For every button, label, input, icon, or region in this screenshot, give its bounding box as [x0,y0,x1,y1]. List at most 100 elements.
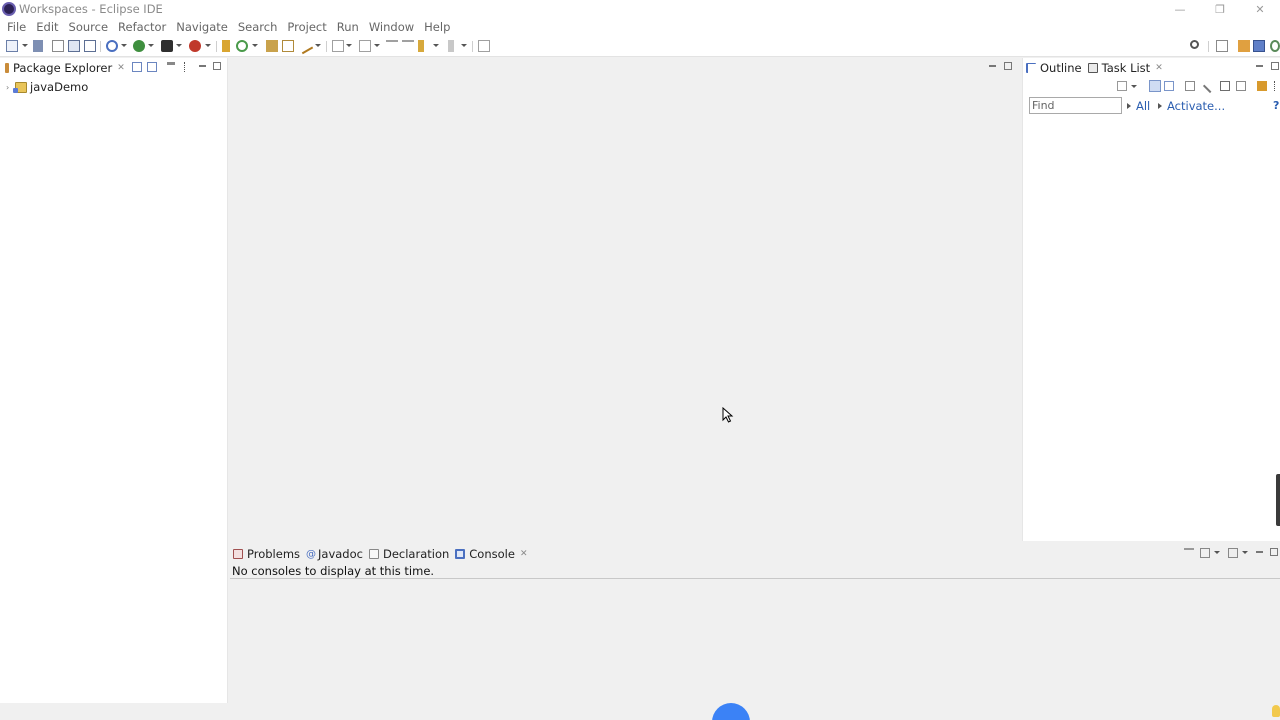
new-icon[interactable] [6,40,18,52]
minimize-icon[interactable] [989,65,996,67]
toggle-annotation-icon[interactable] [332,40,344,52]
external-dropdown-icon[interactable] [205,44,211,47]
java-perspective-icon[interactable] [1253,40,1265,52]
activate-link[interactable]: Activate... [1158,99,1225,113]
new-task-dropdown-icon[interactable] [1131,85,1137,88]
menu-edit[interactable]: Edit [31,18,63,37]
menu-project[interactable]: Project [282,18,331,37]
forward-dropdown-icon[interactable] [461,44,467,47]
display-console-icon[interactable] [1200,548,1210,558]
new-java-project-icon[interactable] [222,40,230,52]
run-dropdown-icon[interactable] [148,44,154,47]
save-all-icon[interactable] [52,40,64,52]
synchronize-icon[interactable] [1220,81,1230,91]
new-package-icon[interactable] [236,40,248,52]
menu-source[interactable]: Source [64,18,114,37]
view-menu-icon[interactable] [1274,81,1277,91]
filter-icon[interactable] [167,62,175,72]
menu-window[interactable]: Window [364,18,419,37]
collapse-all-icon[interactable] [1236,81,1246,91]
open-type-icon[interactable] [266,40,278,52]
tip-bulb-icon[interactable] [1272,705,1280,717]
maximize-icon[interactable] [1271,62,1279,70]
tab-outline[interactable]: Outline [1023,58,1085,78]
debug-dropdown-icon[interactable] [121,44,127,47]
external-tools-icon[interactable] [189,40,201,52]
save-icon[interactable] [33,40,43,52]
minimize-icon[interactable] [1256,551,1263,553]
tab-problems[interactable]: Problems [230,544,303,564]
new-dropdown-icon[interactable] [22,44,28,47]
forward-icon[interactable] [446,40,454,52]
run-icon[interactable] [161,40,173,52]
help-icon[interactable]: ? [1273,99,1280,111]
maximize-icon[interactable] [1270,548,1278,556]
minimize-icon[interactable]: — [1160,0,1200,18]
problems-icon [233,549,243,559]
minimize-icon[interactable] [199,65,206,67]
menu-file[interactable]: File [2,18,31,37]
new-task-icon[interactable] [1117,81,1127,91]
open-console-dropdown-icon[interactable] [1242,551,1248,554]
prev-annotation-dropdown-icon[interactable] [374,44,380,47]
close-icon[interactable]: ✕ [117,63,125,73]
tab-declaration[interactable]: Declaration [366,544,452,564]
open-task-icon[interactable] [282,40,294,52]
debug-perspective-icon[interactable] [1270,40,1280,52]
back-dropdown-icon[interactable] [433,44,439,47]
menu-search[interactable]: Search [233,18,283,37]
open-console-icon[interactable] [68,40,80,52]
back-icon[interactable] [418,40,426,52]
open-console-icon[interactable] [1228,548,1238,558]
maximize-icon[interactable] [1004,62,1012,70]
search-tool-icon[interactable] [296,37,314,55]
tab-task-list[interactable]: Task List ✕ [1085,58,1166,78]
scheduled-icon[interactable] [1164,81,1174,91]
tree-item-javademo[interactable]: › javaDemo [6,79,88,95]
tab-console[interactable]: Console ✕ [452,544,530,564]
skip-breakpoints-icon[interactable] [106,40,118,52]
focus-icon[interactable] [1185,81,1195,91]
minimize-icon[interactable] [1256,65,1263,67]
open-perspective-icon[interactable] [1216,40,1228,52]
java-ee-perspective-icon[interactable] [1238,40,1250,52]
menu-navigate[interactable]: Navigate [171,18,233,37]
close-icon[interactable]: ✕ [1155,63,1163,73]
categorized-icon[interactable] [1149,80,1161,92]
menu-refactor[interactable]: Refactor [113,18,171,37]
search-dropdown-icon[interactable] [315,44,321,47]
close-icon[interactable]: ✕ [520,549,528,559]
link-with-editor-icon[interactable] [147,62,157,72]
annotation-dropdown-icon[interactable] [346,44,352,47]
debug-icon[interactable] [133,40,145,52]
search-icon[interactable] [1190,40,1199,49]
display-console-dropdown-icon[interactable] [1214,551,1220,554]
all-link[interactable]: All [1127,99,1150,113]
tab-console-label: Console [469,547,515,561]
coverage-dropdown-icon[interactable] [176,44,182,47]
close-icon[interactable]: ✕ [1240,0,1280,18]
restore-icon[interactable]: ❐ [1200,0,1240,18]
pin-editor-icon[interactable] [478,40,490,52]
find-input[interactable] [1029,97,1122,114]
editor-area[interactable] [230,58,1020,542]
outline-icon [1026,63,1036,73]
terminal-icon[interactable] [84,40,96,52]
window-title: Workspaces - Eclipse IDE [19,2,163,16]
last-edit-icon[interactable] [386,40,398,52]
menu-run[interactable]: Run [332,18,364,37]
menu-help[interactable]: Help [419,18,455,37]
last-edit-location-icon[interactable] [402,40,414,52]
next-annotation-icon[interactable] [359,40,371,52]
tab-package-explorer[interactable]: Package Explorer ✕ [0,58,128,78]
side-scroll-handle[interactable] [1276,474,1280,526]
tab-javadoc[interactable]: @ Javadoc [303,544,366,564]
pin-console-icon[interactable] [1184,548,1194,558]
view-menu-icon[interactable] [184,62,187,72]
hide-completed-icon[interactable] [1202,78,1218,94]
maximize-icon[interactable] [213,62,221,70]
bookmark-icon[interactable] [1257,81,1267,91]
tab-package-explorer-label: Package Explorer [13,61,113,75]
new-class-dropdown-icon[interactable] [252,44,258,47]
collapse-all-icon[interactable] [132,62,142,72]
